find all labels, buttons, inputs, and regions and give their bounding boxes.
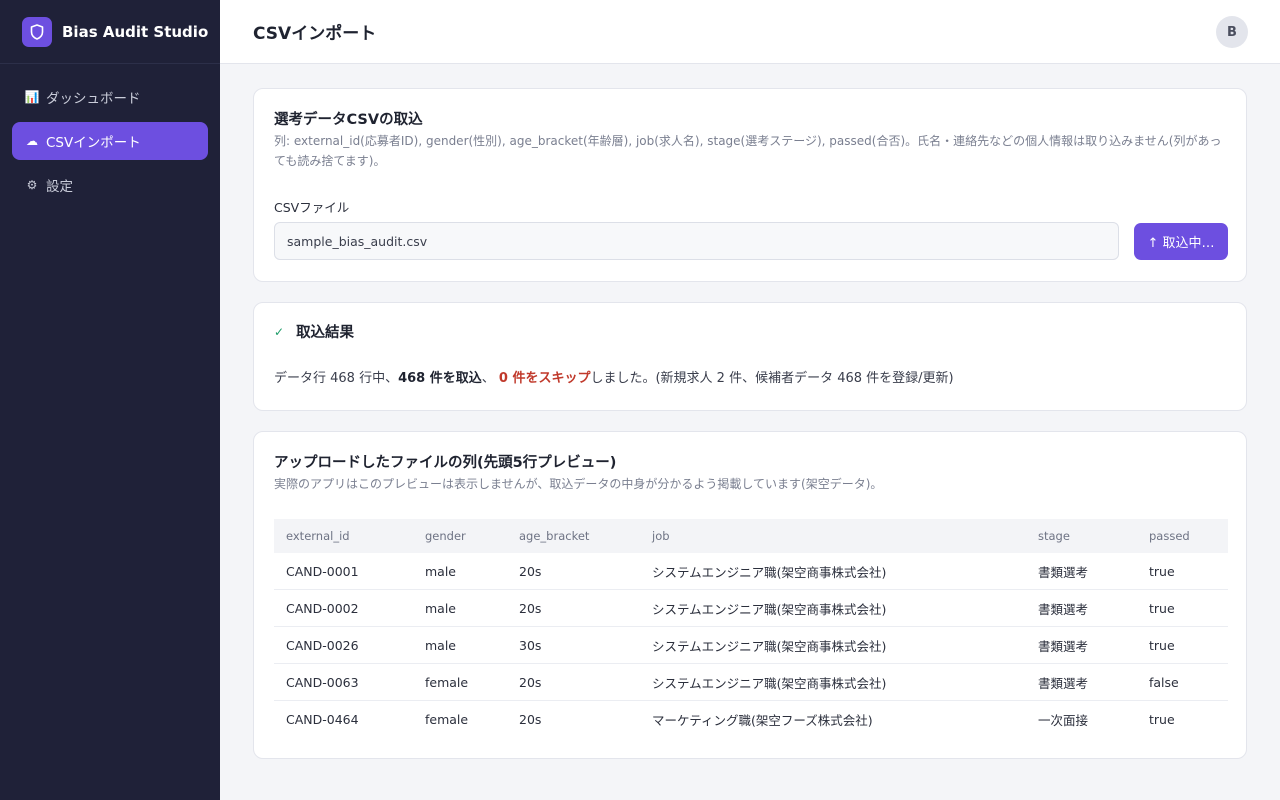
table-cell: CAND-0001 [274,553,413,590]
preview-table: external_id gender age_bracket job stage… [274,519,1228,737]
table-row: CAND-0001 male 20s システムエンジニア職(架空商事株式会社) … [274,553,1228,590]
table-row: CAND-0002 male 20s システムエンジニア職(架空商事株式会社) … [274,589,1228,627]
preview-card-title: アップロードしたファイルの列(先頭5行プレビュー) [274,455,617,471]
table-cell: CAND-0464 [286,711,359,727]
table-cell: male [413,626,507,664]
avatar[interactable]: B [1216,16,1248,48]
sidebar-item-label: CSVインポート [46,135,141,151]
table-cell: マーケティング職(架空フーズ株式会社) [652,712,873,728]
table-cell: 20s [507,663,640,701]
preview-card-description: 実際のアプリはこのプレビューは表示しませんが、取込データの中身が分かるよう掲載し… [274,477,883,491]
file-field-label: CSVファイル [274,200,350,215]
table-cell: 書類選考 [1026,589,1137,627]
table-cell: システムエンジニア職(架空商事株式会社) [640,626,1026,664]
column-header: gender [413,519,507,553]
table-cell: 20s [507,589,640,627]
import-card-title: 選考データCSVの取込 [274,112,423,128]
table-cell: 書類選考 [1026,626,1137,664]
table-cell: male [413,589,507,627]
table-cell: female [425,711,469,727]
sidebar-item-csv-import[interactable]: ☁ CSVインポート [12,122,208,160]
table-row: CAND-0464 female 20s マーケティング職(架空フーズ株式会社)… [274,701,1228,738]
result-suffix: しました。(新規求人 2 件、候補者データ 468 件を登録/更新) [590,371,954,386]
table-cell: false [1137,663,1228,701]
table-cell: true [1149,711,1175,727]
column-header: job [640,519,1026,553]
table-cell: 20s [519,711,542,727]
import-button[interactable]: ↑ 取込中… [1134,223,1228,260]
table-cell: CAND-0063 [274,663,413,701]
result-prefix: データ行 468 行中、 [274,371,399,386]
table-cell: システムエンジニア職(架空商事株式会社) [640,589,1026,627]
result-header: ✓ 取込結果 [274,321,354,342]
brand[interactable]: Bias Audit Studio [0,0,220,64]
gear-icon: ⚙ [26,178,38,192]
table-cell: システムエンジニア職(架空商事株式会社) [640,553,1026,590]
sidebar-nav: 📊 ダッシュボード ☁ CSVインポート ⚙ 設定 [0,64,220,204]
check-icon: ✓ [274,324,285,339]
shield-icon [22,16,52,47]
table-cell: true [1137,553,1228,590]
sidebar: Bias Audit Studio 📊 ダッシュボード ☁ CSVインポート ⚙… [0,0,220,800]
column-header: passed [1137,519,1228,553]
table-cell: 書類選考 [1026,663,1137,701]
chart-icon: 📊 [24,90,40,104]
app-name: Bias Audit Studio [62,22,209,41]
import-card: 選考データCSVの取込 列: external_id(応募者ID), gende… [253,88,1247,282]
column-header: external_id [274,519,413,553]
table-cell: true [1137,626,1228,664]
table-cell: 20s [507,553,640,590]
column-header: age_bracket [507,519,640,553]
table-row: CAND-0026 male 30s システムエンジニア職(架空商事株式会社) … [274,626,1228,664]
table-row: CAND-0063 female 20s システムエンジニア職(架空商事株式会社… [274,663,1228,701]
result-card: ✓ 取込結果 データ行 468 行中、468 件を取込、 0 件をスキップしまし… [253,302,1247,411]
sidebar-item-label: ダッシュボード [46,91,141,107]
result-card-title: 取込結果 [296,325,355,341]
table-cell: 30s [507,626,640,664]
table-cell: 書類選考 [1026,553,1137,590]
csv-file-input[interactable]: sample_bias_audit.csv [274,222,1119,260]
table-cell: CAND-0026 [274,626,413,664]
file-name: sample_bias_audit.csv [287,233,428,249]
sidebar-item-settings[interactable]: ⚙ 設定 [12,166,208,204]
top-bar: CSVインポート B [220,0,1280,64]
table-header-row: external_id gender age_bracket job stage… [274,519,1228,553]
table-cell: CAND-0002 [274,589,413,627]
imported-count: 468 件を取込 [398,371,482,386]
import-card-description: 列: external_id(応募者ID), gender(性別), age_b… [274,134,1222,168]
result-separator: 、 [481,371,499,386]
column-header: stage [1026,519,1137,553]
table-cell: male [413,553,507,590]
table-cell: システムエンジニア職(架空商事株式会社) [640,663,1026,701]
preview-card: アップロードしたファイルの列(先頭5行プレビュー) 実際のアプリはこのプレビュー… [253,431,1247,759]
table-cell: female [413,663,507,701]
skipped-count: 0 件をスキップ [498,371,591,386]
cloud-icon: ☁ [26,134,38,148]
table-cell: 一次面接 [1038,712,1089,728]
table-cell: true [1137,589,1228,627]
sidebar-item-dashboard[interactable]: 📊 ダッシュボード [12,78,208,116]
result-summary: データ行 468 行中、468 件を取込、 0 件をスキップしました。(新規求人… [274,367,954,386]
sidebar-item-label: 設定 [46,179,73,195]
page-title: CSVインポート [253,24,377,44]
